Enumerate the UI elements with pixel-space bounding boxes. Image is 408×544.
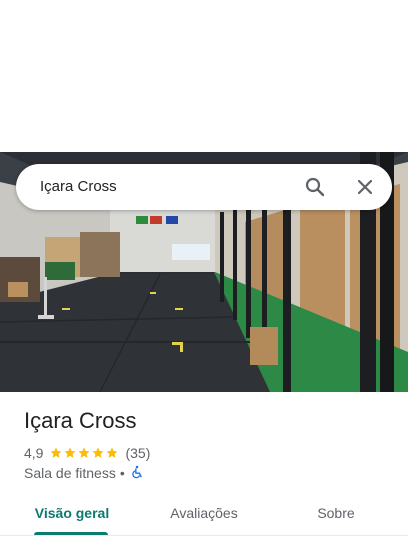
rating-row[interactable]: 4,9 (35): [24, 444, 150, 462]
search-bar[interactable]: Içara Cross: [16, 164, 392, 210]
star-icon: [64, 447, 76, 458]
star-icon: [50, 447, 62, 458]
tabs-divider: [0, 535, 408, 536]
review-count[interactable]: (35): [125, 445, 150, 461]
star-rating: [49, 446, 119, 460]
place-name: Içara Cross: [24, 408, 137, 433]
search-icon[interactable]: [303, 175, 327, 199]
separator-dot: •: [119, 465, 125, 481]
blank-header-area: [0, 0, 408, 152]
close-icon[interactable]: [353, 175, 377, 199]
category-row: Sala de fitness •: [24, 464, 144, 482]
search-query-text[interactable]: Içara Cross: [40, 164, 117, 210]
tab-avaliacoes[interactable]: Avaliações: [154, 494, 254, 532]
place-category: Sala de fitness: [24, 465, 116, 481]
wheelchair-accessible-icon: [130, 465, 144, 482]
rating-value: 4,9: [24, 445, 44, 461]
place-tabs: Visão geral Avaliações Sobre: [0, 494, 408, 538]
star-icon: [78, 447, 90, 458]
star-icon: [106, 447, 118, 458]
star-icon: [92, 447, 104, 458]
tab-visao-geral[interactable]: Visão geral: [22, 494, 122, 532]
tab-sobre[interactable]: Sobre: [286, 494, 386, 532]
